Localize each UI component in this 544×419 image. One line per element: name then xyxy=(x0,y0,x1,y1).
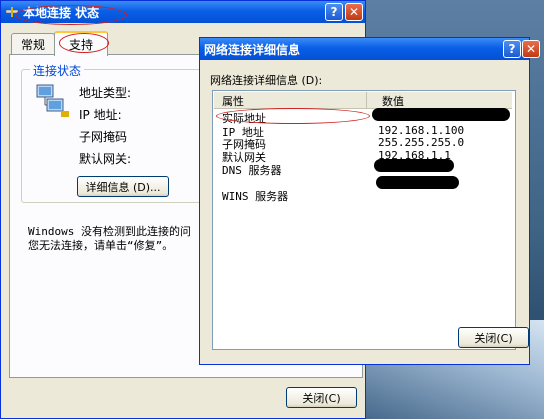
redaction-mark-physical-address xyxy=(372,108,510,121)
details-window: 网络连接详细信息 ? ✕ 网络连接详细信息 (D): 属性 数值 实际地址 IP… xyxy=(199,37,540,365)
group-title: 连接状态 xyxy=(30,62,85,79)
help-button[interactable]: ? xyxy=(325,3,343,21)
row-dns-server-property: DNS 服务器 xyxy=(222,164,282,177)
tab-general-label: 常规 xyxy=(20,37,45,52)
details-close-button[interactable]: 关闭(C) xyxy=(458,327,529,348)
default-gateway-label: 默认网关: xyxy=(79,152,132,166)
physical-address-annotation-oval xyxy=(216,108,370,124)
tab-general[interactable]: 常规 xyxy=(11,33,55,54)
details-window-title: 网络连接详细信息 xyxy=(204,42,301,57)
details-close-window-button[interactable]: ✕ xyxy=(522,40,540,58)
details-window-titlebar[interactable]: 网络连接详细信息 ? ✕ xyxy=(200,38,540,60)
redaction-mark-dns-primary xyxy=(374,159,454,172)
status-message-line2: 您无法连接，请单击“修复”。 xyxy=(28,239,174,252)
tab-annotation-oval xyxy=(59,33,109,53)
address-type-label: 地址类型: xyxy=(79,86,132,100)
close-window-button[interactable]: ✕ xyxy=(345,3,363,21)
column-header-property-label: 属性 xyxy=(222,95,244,108)
subnet-mask-label: 子网掩码 xyxy=(79,130,128,144)
row-wins-server-property: WINS 服务器 xyxy=(222,190,289,203)
redaction-mark-dns-secondary xyxy=(376,176,459,189)
details-list-label: 网络连接详细信息 (D): xyxy=(210,74,323,87)
status-close-button[interactable]: 关闭(C) xyxy=(286,387,357,408)
ip-address-label: IP 地址: xyxy=(79,108,122,122)
details-help-button[interactable]: ? xyxy=(503,40,521,58)
network-computers-icon xyxy=(35,83,71,122)
title-annotation-oval xyxy=(15,5,127,25)
details-button[interactable]: 详细信息 (D)... xyxy=(77,176,169,197)
row-subnet-mask-value: 255.255.255.0 xyxy=(378,136,465,149)
column-header-value-label: 数值 xyxy=(382,95,404,108)
